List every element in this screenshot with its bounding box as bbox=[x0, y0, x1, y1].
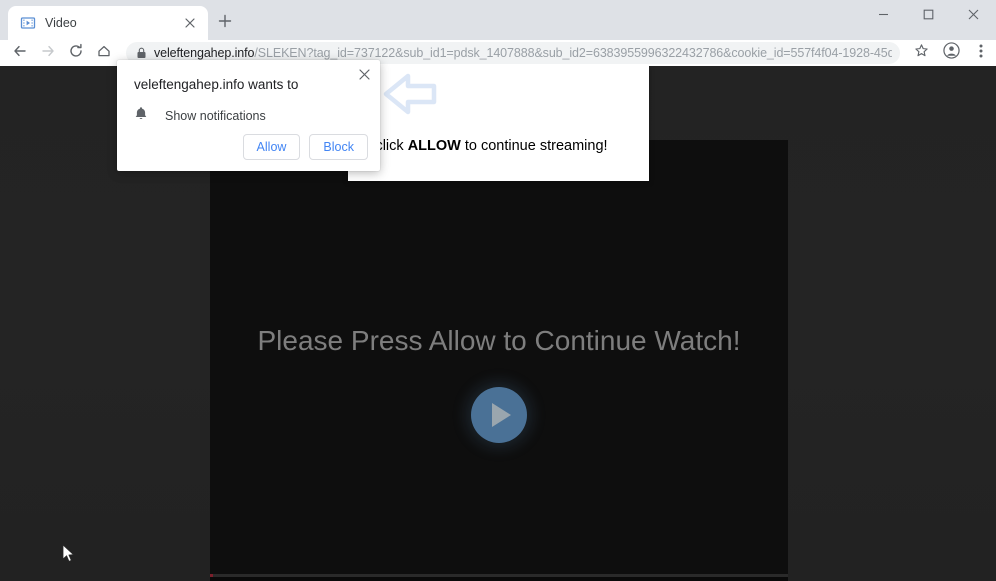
url-domain: veleftengahep.info bbox=[154, 46, 255, 60]
video-film-icon bbox=[20, 15, 36, 31]
progress-bar[interactable] bbox=[210, 574, 788, 577]
banner-text-emphasis: ALLOW bbox=[407, 138, 461, 154]
player-controls: 00:00 / 21:20 bbox=[210, 574, 788, 581]
forward-arrow-icon bbox=[40, 43, 56, 64]
minimize-icon bbox=[878, 7, 889, 25]
tab-strip: Video bbox=[0, 0, 996, 40]
video-player[interactable]: Please Press Allow to Continue Watch! bbox=[210, 140, 788, 581]
browser-window: Video veleftengahep.info/SLEKEN?tag_id=7… bbox=[0, 0, 996, 581]
banner-text-suffix: to continue streaming! bbox=[460, 138, 608, 154]
close-icon bbox=[968, 7, 979, 25]
tab-close-icon[interactable] bbox=[180, 13, 200, 33]
url-path: /SLEKEN?tag_id=737122&sub_id1=pdsk_14078… bbox=[254, 46, 892, 60]
home-button[interactable] bbox=[90, 40, 118, 66]
big-play-button[interactable] bbox=[471, 387, 527, 443]
plus-icon bbox=[218, 14, 232, 33]
new-tab-button[interactable] bbox=[212, 10, 238, 36]
allow-instruction-banner: click ALLOW to continue streaming! bbox=[348, 66, 649, 181]
mouse-cursor-icon bbox=[62, 544, 75, 568]
star-icon bbox=[914, 43, 929, 63]
block-button[interactable]: Block bbox=[309, 134, 368, 160]
player-overlay-title: Please Press Allow to Continue Watch! bbox=[257, 325, 741, 356]
bell-icon bbox=[134, 106, 148, 126]
profile-avatar-icon bbox=[942, 42, 960, 64]
back-arrow-icon bbox=[12, 43, 28, 64]
browser-tab[interactable]: Video bbox=[8, 6, 208, 40]
dialog-permission-label: Show notifications bbox=[165, 109, 266, 123]
window-controls bbox=[861, 0, 996, 32]
banner-text: click ALLOW to continue streaming! bbox=[348, 138, 635, 154]
home-icon bbox=[96, 43, 112, 64]
play-icon bbox=[492, 403, 511, 427]
back-button[interactable] bbox=[6, 40, 34, 66]
reload-icon bbox=[68, 43, 84, 64]
minimize-button[interactable] bbox=[861, 0, 906, 32]
progress-bar-fill bbox=[210, 574, 214, 577]
close-icon bbox=[358, 67, 370, 85]
maximize-button[interactable] bbox=[906, 0, 951, 32]
dialog-permission-row: Show notifications bbox=[134, 106, 266, 126]
dialog-actions: Allow Block bbox=[242, 134, 368, 160]
bookmark-button[interactable] bbox=[906, 40, 936, 66]
address-bar-text: veleftengahep.info/SLEKEN?tag_id=737122&… bbox=[154, 46, 892, 60]
banner-text-prefix: click bbox=[375, 138, 408, 154]
maximize-icon bbox=[923, 7, 934, 25]
left-arrow-outline-icon bbox=[378, 72, 440, 125]
forward-button[interactable] bbox=[34, 40, 62, 66]
close-window-button[interactable] bbox=[951, 0, 996, 32]
reload-button[interactable] bbox=[62, 40, 90, 66]
three-dot-menu-icon bbox=[979, 43, 983, 64]
dialog-close-button[interactable] bbox=[354, 66, 374, 86]
browser-menu-button[interactable] bbox=[966, 40, 996, 66]
profile-button[interactable] bbox=[936, 40, 966, 66]
allow-button[interactable]: Allow bbox=[242, 134, 301, 160]
dialog-title: veleftengahep.info wants to bbox=[134, 77, 299, 92]
notification-permission-dialog: veleftengahep.info wants to Show notific… bbox=[117, 60, 380, 171]
tab-title: Video bbox=[45, 16, 77, 30]
